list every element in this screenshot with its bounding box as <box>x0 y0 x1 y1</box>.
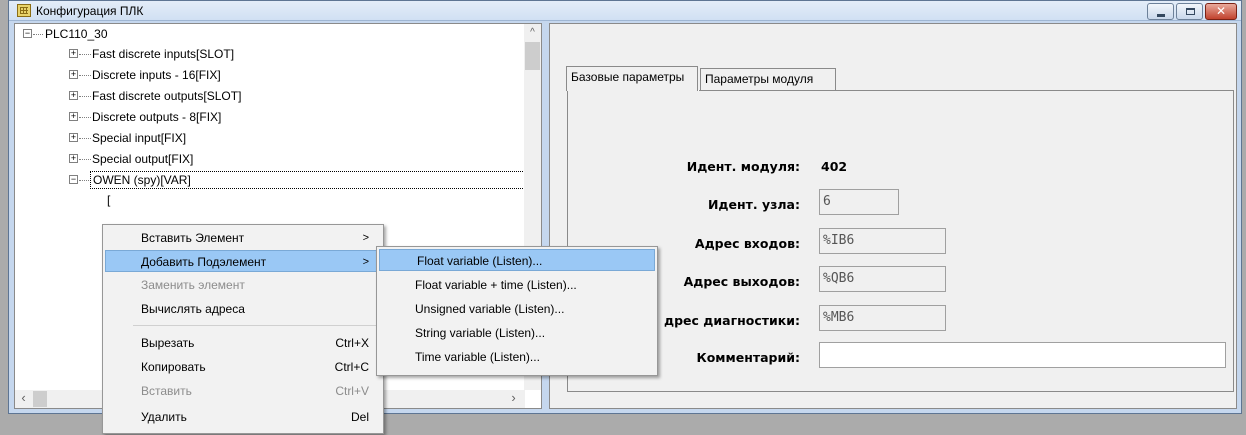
scroll-thumb-horizontal[interactable] <box>33 391 47 407</box>
menu-item-label: Копировать <box>141 360 206 374</box>
scroll-left-icon[interactable]: ‹ <box>15 390 32 408</box>
tree-item-label: Special output[FIX] <box>92 152 194 166</box>
submenu-item-label: Float variable (Listen)... <box>417 254 543 268</box>
submenu-item-time-variable[interactable]: Time variable (Listen)... <box>379 346 655 368</box>
title-bar[interactable]: Конфигурация ПЛК ✕ <box>9 1 1241 21</box>
menu-item-label: Вставить Элемент <box>141 231 245 245</box>
tab-module-params[interactable]: Параметры модуля <box>700 68 836 90</box>
tree-connector <box>33 34 43 35</box>
scroll-thumb[interactable] <box>525 42 540 70</box>
menu-item-replace-element[interactable]: Заменить элемент <box>105 274 381 296</box>
context-menu: Вставить Элемент > Добавить Подэлемент >… <box>102 224 384 434</box>
menu-item-shortcut: Ctrl+C <box>334 360 369 374</box>
tree-item-label: Special input[FIX] <box>92 131 187 145</box>
menu-item-label: Вычислять адреса <box>141 302 245 316</box>
menu-item-label: Вырезать <box>141 336 195 350</box>
submenu-item-label: Unsigned variable (Listen)... <box>415 302 565 316</box>
menu-item-label: Удалить <box>141 410 187 424</box>
outputs-address-field[interactable]: %QB6 <box>819 266 946 292</box>
menu-item-insert-element[interactable]: Вставить Элемент > <box>105 227 381 249</box>
tree-item-selected[interactable]: − OWEN (spy)[VAR] <box>69 170 525 190</box>
tree-item-label: Fast discrete inputs[SLOT] <box>92 47 235 61</box>
expand-icon[interactable]: + <box>69 70 78 79</box>
tree-item-label: Fast discrete outputs[SLOT] <box>92 89 242 103</box>
minimize-button[interactable] <box>1147 3 1174 20</box>
submenu-item-label: Float variable + time (Listen)... <box>415 278 577 292</box>
expand-icon[interactable]: + <box>69 91 78 100</box>
menu-item-add-subelement[interactable]: Добавить Подэлемент > <box>105 250 381 272</box>
expand-icon[interactable]: + <box>69 133 78 142</box>
tree-connector <box>79 138 91 139</box>
expand-icon[interactable]: + <box>69 154 78 163</box>
inputs-address-field[interactable]: %IB6 <box>819 228 946 254</box>
submenu-arrow-icon: > <box>362 256 369 268</box>
node-id-field[interactable]: 6 <box>819 189 899 215</box>
window-app-icon <box>17 4 31 17</box>
tree-item-label: OWEN (spy)[VAR] <box>90 171 525 189</box>
submenu-item-float-variable[interactable]: Float variable (Listen)... <box>379 249 655 271</box>
module-id-value: 402 <box>821 159 848 174</box>
node-id-label: Идент. узла: <box>707 197 800 212</box>
tree-connector <box>79 96 91 97</box>
tree-connector <box>79 75 91 76</box>
menu-item-shortcut: Ctrl+X <box>335 336 369 350</box>
menu-item-calc-addresses[interactable]: Вычислять адреса <box>105 298 381 320</box>
expand-icon[interactable]: + <box>69 112 78 121</box>
tab-basic-params[interactable]: Базовые параметры <box>566 66 698 91</box>
tree-child-bracket: [ <box>107 193 111 207</box>
menu-item-shortcut: Del <box>350 410 369 424</box>
close-button[interactable]: ✕ <box>1205 3 1237 20</box>
scroll-right-icon[interactable]: › <box>505 390 522 408</box>
submenu-arrow-icon: > <box>362 232 369 244</box>
tab-panel: Идент. модуля: 402 Идент. узла: 6 Адрес … <box>567 90 1234 392</box>
module-id-label: Идент. модуля: <box>686 159 800 174</box>
tree-root-label: PLC110_30 <box>45 27 108 41</box>
submenu-item-unsigned-variable[interactable]: Unsigned variable (Listen)... <box>379 298 655 320</box>
menu-item-label: Добавить Подэлемент <box>141 255 267 269</box>
minimize-icon <box>1157 14 1165 17</box>
close-icon: ✕ <box>1215 4 1227 18</box>
menu-item-label: Заменить элемент <box>141 278 245 292</box>
submenu-item-string-variable[interactable]: String variable (Listen)... <box>379 322 655 344</box>
window-title: Конфигурация ПЛК <box>36 4 144 18</box>
scroll-up-icon[interactable]: ^ <box>524 24 541 41</box>
submenu-item-float-time-variable[interactable]: Float variable + time (Listen)... <box>379 274 655 296</box>
collapse-icon[interactable]: − <box>23 29 32 38</box>
collapse-icon[interactable]: − <box>69 175 78 184</box>
add-subelement-submenu: Float variable (Listen)... Float variabl… <box>376 246 658 376</box>
tree-connector <box>79 117 91 118</box>
submenu-item-label: String variable (Listen)... <box>415 326 546 340</box>
diagnostics-address-field[interactable]: %MB6 <box>819 305 946 331</box>
menu-item-delete[interactable]: Удалить Del <box>105 406 381 428</box>
menu-item-cut[interactable]: Вырезать Ctrl+X <box>105 332 381 354</box>
menu-separator <box>133 325 379 326</box>
maximize-icon <box>1186 8 1195 15</box>
tree-item-label: Discrete inputs - 16[FIX] <box>92 68 221 82</box>
expand-icon[interactable]: + <box>69 49 78 58</box>
submenu-item-label: Time variable (Listen)... <box>415 350 540 364</box>
menu-item-label: Вставить <box>141 384 192 398</box>
tree-connector <box>79 159 91 160</box>
menu-item-copy[interactable]: Копировать Ctrl+C <box>105 356 381 378</box>
menu-item-paste[interactable]: Вставить Ctrl+V <box>105 380 381 402</box>
maximize-button[interactable] <box>1176 3 1203 20</box>
tree-item-label: Discrete outputs - 8[FIX] <box>92 110 222 124</box>
menu-item-shortcut: Ctrl+V <box>335 384 369 398</box>
comment-field[interactable] <box>819 342 1226 368</box>
tree-connector <box>79 54 91 55</box>
